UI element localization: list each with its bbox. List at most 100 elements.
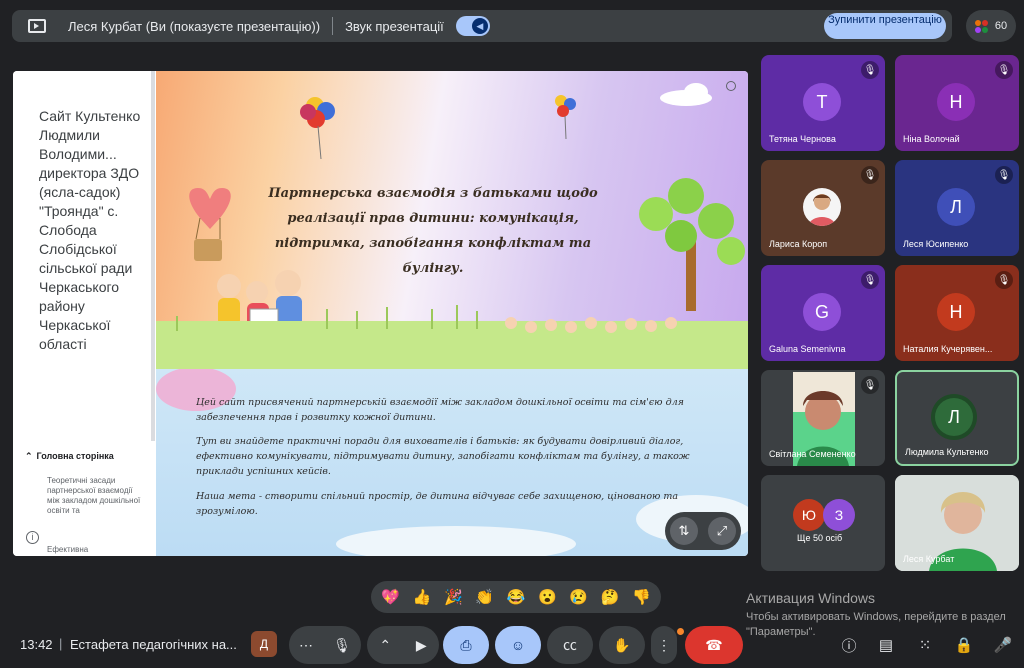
reaction-laugh-icon[interactable]: 😂 bbox=[507, 588, 526, 606]
reaction-sad-icon[interactable]: 😢 bbox=[569, 588, 588, 606]
reaction-clap-icon[interactable]: 👏 bbox=[475, 588, 494, 606]
activities-icon[interactable]: ⁙ bbox=[912, 632, 938, 658]
info-icon[interactable]: ⓘ bbox=[836, 632, 862, 658]
present-screen-button[interactable]: ⎙ bbox=[443, 626, 489, 664]
meet-window: Леся Курбат (Ви (показуєте презентацію))… bbox=[0, 0, 1024, 668]
nav-home[interactable]: Головна сторінка bbox=[25, 451, 114, 462]
participant-name: Наталия Кучерявен... bbox=[903, 344, 993, 354]
chevron-up-icon[interactable]: ⌃ bbox=[379, 637, 391, 654]
mic-off-icon: 🎙 bbox=[861, 376, 879, 394]
avatar: G bbox=[803, 293, 841, 331]
participant-tile[interactable]: Н 🎙 Наталия Кучерявен... bbox=[895, 265, 1019, 361]
participant-tile[interactable]: 🎙 Лариса Короп bbox=[761, 160, 885, 256]
participant-tile[interactable]: Л 🎙 Леся Юсипенко bbox=[895, 160, 1019, 256]
people-icon bbox=[974, 19, 989, 33]
avatar: Л bbox=[935, 398, 973, 436]
info-icon[interactable]: i bbox=[26, 531, 39, 544]
participant-name: Galuna Semenivna bbox=[769, 344, 846, 354]
participant-tile[interactable]: Т 🎙 Тетяна Чернова bbox=[761, 55, 885, 151]
document-icon[interactable]: Д bbox=[251, 631, 277, 657]
divider bbox=[332, 17, 334, 35]
hang-up-icon: ☎ bbox=[705, 636, 723, 653]
presentation-sound-label: Звук презентації bbox=[345, 18, 444, 34]
reaction-thinking-icon[interactable]: 🤔 bbox=[601, 588, 620, 606]
search-icon[interactable] bbox=[726, 81, 736, 91]
participant-name: Ніна Волочай bbox=[903, 134, 960, 144]
camera-icon[interactable]: ▶ bbox=[416, 637, 427, 654]
tree-icon bbox=[639, 178, 745, 311]
mic-off-icon: 🎙 bbox=[995, 166, 1013, 184]
mic-off-icon: 🎙 bbox=[861, 271, 879, 289]
mic-group: ⋯ 🎙 bbox=[289, 626, 361, 664]
reaction-heart-icon[interactable]: 💖 bbox=[381, 588, 400, 606]
reaction-party-icon[interactable]: 🎉 bbox=[444, 588, 463, 606]
reaction-thumbs-down-icon[interactable]: 👎 bbox=[632, 588, 651, 606]
avatar: Ю bbox=[793, 499, 825, 531]
emoji-button[interactable]: ☺ bbox=[495, 626, 541, 664]
people-button[interactable]: 60 bbox=[966, 10, 1016, 42]
captions-button[interactable]: ㏄ bbox=[547, 626, 593, 664]
more-participants-tile[interactable]: Ю З Ще 50 осіб bbox=[761, 475, 885, 571]
site-sidebar: Сайт Культенко Людмили Володими... дирек… bbox=[13, 71, 156, 556]
participant-name: Людмила Культенко bbox=[905, 447, 989, 457]
mic-icon[interactable]: 🎙 bbox=[333, 637, 351, 654]
reaction-surprised-icon[interactable]: 😮 bbox=[538, 588, 557, 606]
intro-paragraph: Цей сайт присвячений партнерській взаємо… bbox=[196, 397, 684, 423]
mic-off-icon: 🎙 bbox=[861, 166, 879, 184]
participant-name: Тетяна Чернова bbox=[769, 134, 836, 144]
intro-paragraph: Тут ви знайдете практичні поради для вих… bbox=[196, 436, 690, 477]
raise-hand-button[interactable]: ✋ bbox=[599, 626, 645, 664]
notification-dot bbox=[677, 628, 684, 635]
meeting-title: Естафета педагогічних на... bbox=[70, 637, 237, 652]
leave-call-button[interactable]: ☎ bbox=[685, 626, 743, 664]
presenter-name: Леся Курбат (Ви (показуєте презентацію)) bbox=[68, 18, 321, 34]
more-audio-icon[interactable]: ⋯ bbox=[299, 637, 313, 654]
cloud-icon bbox=[660, 83, 712, 106]
reactions-bar: 💖 👍 🎉 👏 😂 😮 😢 🤔 👎 bbox=[371, 581, 661, 613]
participant-tile[interactable]: Н 🎙 Ніна Волочай bbox=[895, 55, 1019, 151]
present-icon: ⎙ bbox=[460, 636, 472, 653]
captions-icon: ㏄ bbox=[563, 637, 577, 653]
participant-tile[interactable]: G 🎙 Galuna Semenivna bbox=[761, 265, 885, 361]
nav-sub-item[interactable]: Ефективна bbox=[47, 545, 88, 554]
host-controls-icon[interactable]: 🔒 bbox=[951, 632, 977, 658]
nav-sub-item[interactable]: Теоретичні засади партнерської взаємодії… bbox=[47, 476, 147, 516]
participant-count: 60 bbox=[994, 20, 1008, 32]
fullscreen-icon[interactable]: ⤢ bbox=[708, 517, 736, 545]
presenting-bar: Леся Курбат (Ви (показуєте презентацію))… bbox=[12, 10, 952, 42]
mic-icon[interactable]: 🎤 bbox=[990, 632, 1016, 658]
presentation-sound-toggle[interactable]: ◀ bbox=[455, 16, 490, 36]
avatar: З bbox=[823, 499, 855, 531]
avatar: Л bbox=[937, 188, 975, 226]
participant-tile-self[interactable]: Леся Курбат bbox=[895, 475, 1019, 571]
mic-off-icon: 🎙 bbox=[995, 61, 1013, 79]
present-screen-icon bbox=[28, 19, 46, 33]
more-options-button[interactable]: ⋮ bbox=[651, 626, 677, 664]
hero-banner: Партнерська взаємодія з батьками щодо ре… bbox=[156, 71, 748, 369]
camera-group: ⌃ ▶ bbox=[367, 626, 439, 664]
more-vert-icon: ⋮ bbox=[657, 636, 671, 653]
chat-icon[interactable]: ▤ bbox=[873, 632, 899, 658]
avatar: Н bbox=[937, 83, 975, 121]
heart-balloon-icon bbox=[189, 188, 231, 261]
speaker-icon: ◀ bbox=[471, 18, 488, 34]
more-participants-label: Ще 50 осіб bbox=[797, 533, 843, 543]
balloons-icon bbox=[300, 95, 576, 160]
watermark-title: Активация Windows bbox=[746, 590, 876, 606]
divider: | bbox=[59, 636, 63, 651]
emoji-icon: ☺ bbox=[510, 637, 526, 653]
participant-name: Лариса Короп bbox=[769, 239, 828, 249]
swap-icon[interactable]: ⇅ bbox=[670, 517, 698, 545]
stop-presenting-button[interactable]: Зупинити презентацію bbox=[824, 13, 946, 39]
slide-heading: Партнерська взаємодія з батьками щодо ре… bbox=[268, 186, 598, 276]
reaction-thumbs-up-icon[interactable]: 👍 bbox=[413, 588, 432, 606]
mic-off-icon: 🎙 bbox=[861, 61, 879, 79]
participant-tile[interactable]: 🎙 Світлана Семененко bbox=[761, 370, 885, 466]
participant-tile-speaking[interactable]: Л Людмила Культенко bbox=[895, 370, 1019, 466]
participant-name: Світлана Семененко bbox=[769, 449, 856, 459]
avatar: Н bbox=[937, 293, 975, 331]
site-title: Сайт Культенко Людмили Володими... дирек… bbox=[39, 108, 141, 352]
sidebar-scrollbar[interactable] bbox=[151, 71, 155, 441]
mic-off-icon: 🎙 bbox=[995, 271, 1013, 289]
participant-name: Леся Юсипенко bbox=[903, 239, 969, 249]
